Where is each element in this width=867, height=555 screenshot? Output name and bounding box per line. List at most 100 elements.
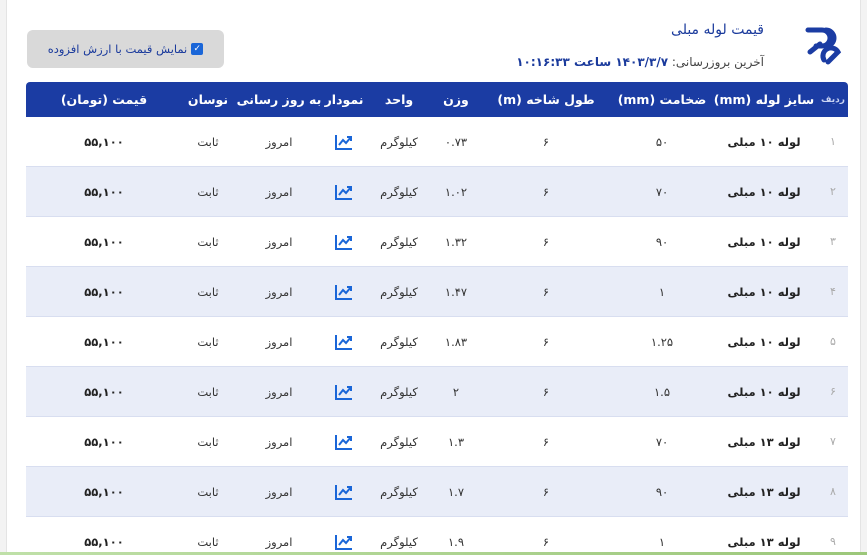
brand-logo-icon <box>805 27 842 65</box>
row-thickness: ۹۰ <box>655 484 669 499</box>
row-weight: ۱.۸۳ <box>444 334 468 349</box>
row-size: لوله ۱۰ مبلی <box>727 284 801 299</box>
table-row: ۸ لوله ۱۳ مبلی ۹۰ ۶ ۱.۷ کیلوگرم امروز ثابت ۵۵,۱۰… <box>26 467 848 517</box>
last-updated: آخرین بروزرسانی: ۱۴۰۳/۳/۷ ساعت ۱۰:۱۶:۳۳ <box>516 55 764 69</box>
row-chart[interactable] <box>324 334 364 350</box>
row-weight: ۱.۳ <box>447 434 464 449</box>
row-length: ۶ <box>542 334 550 349</box>
row-length: ۶ <box>542 384 550 399</box>
row-thickness: ۵۰ <box>655 134 669 149</box>
row-chart[interactable] <box>324 284 364 300</box>
chart-line-icon[interactable] <box>335 534 353 550</box>
chart-line-icon[interactable] <box>335 184 353 200</box>
row-updated: امروز <box>265 184 293 199</box>
row-unit: کیلوگرم <box>380 434 418 449</box>
table-row: ۴ لوله ۱۰ مبلی ۱ ۶ ۱.۴۷ کیلوگرم امروز ثابت ۵۵,۱۰… <box>26 267 848 317</box>
last-updated-value: ۱۴۰۳/۳/۷ ساعت ۱۰:۱۶:۳۳ <box>516 55 669 69</box>
row-updated: امروز <box>265 534 293 549</box>
row-thickness: ۹۰ <box>655 234 669 249</box>
table-row: ۹ لوله ۱۳ مبلی ۱ ۶ ۱.۹ کیلوگرم امروز ثابت ۵۵,۱۰۰ <box>26 517 848 555</box>
price-card: قیمت لوله مبلی آخرین بروزرسانی: ۱۴۰۳/۳/۷… <box>6 0 861 555</box>
vat-toggle-button[interactable]: ✓ نمایش قیمت با ارزش افزوده <box>27 30 224 68</box>
row-weight: ۲ <box>452 384 460 399</box>
row-size: لوله ۱۰ مبلی <box>727 234 801 249</box>
row-thickness: ۱ <box>658 284 666 299</box>
col-header-thickness: ضخامت (mm) <box>617 92 707 107</box>
row-size: لوله ۱۳ مبلی <box>727 434 801 449</box>
row-chart[interactable] <box>324 134 364 150</box>
checkbox-checked-icon[interactable]: ✓ <box>191 43 204 55</box>
row-size: لوله ۱۳ مبلی <box>727 534 801 549</box>
row-fluctuation: ثابت <box>197 234 219 249</box>
row-thickness: ۱.۵ <box>653 384 670 399</box>
row-chart[interactable] <box>324 234 364 250</box>
row-unit: کیلوگرم <box>380 184 418 199</box>
col-header-size: سایز لوله (mm) <box>713 92 815 107</box>
row-index: ۹ <box>830 535 836 548</box>
chart-line-icon[interactable] <box>335 284 353 300</box>
row-weight: ۰.۷۳ <box>444 134 468 149</box>
table-body: ۱ لوله ۱۰ مبلی ۵۰ ۶ ۰.۷۳ کیلوگرم امروز ثابت ۵۵,۱… <box>26 117 848 555</box>
vat-toggle-label: نمایش قیمت با ارزش افزوده <box>47 42 188 56</box>
row-price: ۵۵,۱۰۰ <box>84 134 124 149</box>
row-size: لوله ۱۰ مبلی <box>727 134 801 149</box>
chart-line-icon[interactable] <box>335 134 353 150</box>
row-length: ۶ <box>542 434 550 449</box>
row-weight: ۱.۳۲ <box>444 234 468 249</box>
row-size: لوله ۱۰ مبلی <box>727 384 801 399</box>
chart-line-icon[interactable] <box>335 434 353 450</box>
row-updated: امروز <box>265 334 293 349</box>
table-row: ۶ لوله ۱۰ مبلی ۱.۵ ۶ ۲ کیلوگرم امروز ثابت ۵۵,۱۰۰ <box>26 367 848 417</box>
row-thickness: ۷۰ <box>655 184 669 199</box>
row-price: ۵۵,۱۰۰ <box>84 384 124 399</box>
row-chart[interactable] <box>324 434 364 450</box>
row-chart[interactable] <box>324 534 364 550</box>
row-index: ۷ <box>830 435 836 448</box>
row-length: ۶ <box>542 184 550 199</box>
row-index: ۶ <box>830 385 836 398</box>
row-updated: امروز <box>265 434 293 449</box>
header: قیمت لوله مبلی آخرین بروزرسانی: ۱۴۰۳/۳/۷… <box>7 0 860 82</box>
chart-line-icon[interactable] <box>335 484 353 500</box>
row-fluctuation: ثابت <box>197 134 219 149</box>
row-length: ۶ <box>542 234 550 249</box>
row-index: ۸ <box>830 485 836 498</box>
table-row: ۱ لوله ۱۰ مبلی ۵۰ ۶ ۰.۷۳ کیلوگرم امروز ثابت ۵۵,۱… <box>26 117 848 167</box>
row-price: ۵۵,۱۰۰ <box>84 484 124 499</box>
row-unit: کیلوگرم <box>380 334 418 349</box>
row-index: ۴ <box>830 285 836 298</box>
col-header-weight: وزن <box>443 92 469 107</box>
table-row: ۷ لوله ۱۳ مبلی ۷۰ ۶ ۱.۳ کیلوگرم امروز ثابت ۵۵,۱۰… <box>26 417 848 467</box>
row-thickness: ۱.۲۵ <box>650 334 674 349</box>
row-weight: ۱.۷ <box>447 484 464 499</box>
row-unit: کیلوگرم <box>380 284 418 299</box>
page-title: قیمت لوله مبلی <box>671 22 764 38</box>
col-header-unit: واحد <box>384 92 414 107</box>
last-updated-prefix: آخرین بروزرسانی: <box>671 55 764 69</box>
row-price: ۵۵,۱۰۰ <box>84 184 124 199</box>
row-index: ۱ <box>830 135 836 148</box>
row-chart[interactable] <box>324 484 364 500</box>
row-price: ۵۵,۱۰۰ <box>84 334 124 349</box>
table-row: ۳ لوله ۱۰ مبلی ۹۰ ۶ ۱.۳۲ کیلوگرم امروز ثابت ۵۵,۱… <box>26 217 848 267</box>
row-weight: ۱.۴۷ <box>444 284 468 299</box>
col-header-chart: نمودار <box>324 92 364 107</box>
row-chart[interactable] <box>324 184 364 200</box>
row-fluctuation: ثابت <box>197 334 219 349</box>
row-thickness: ۱ <box>658 534 666 549</box>
chart-line-icon[interactable] <box>335 384 353 400</box>
chart-line-icon[interactable] <box>335 234 353 250</box>
row-updated: امروز <box>265 384 293 399</box>
row-index: ۵ <box>830 335 836 348</box>
chart-line-icon[interactable] <box>335 334 353 350</box>
row-size: لوله ۱۳ مبلی <box>727 484 801 499</box>
col-header-fluctuation: نوسان <box>187 92 229 107</box>
row-fluctuation: ثابت <box>197 384 219 399</box>
row-size: لوله ۱۰ مبلی <box>727 184 801 199</box>
row-chart[interactable] <box>324 384 364 400</box>
row-weight: ۱.۰۲ <box>444 184 468 199</box>
row-unit: کیلوگرم <box>380 384 418 399</box>
row-weight: ۱.۹ <box>447 534 464 549</box>
col-header-price: قیمت (تومان) <box>60 92 148 107</box>
row-fluctuation: ثابت <box>197 434 219 449</box>
